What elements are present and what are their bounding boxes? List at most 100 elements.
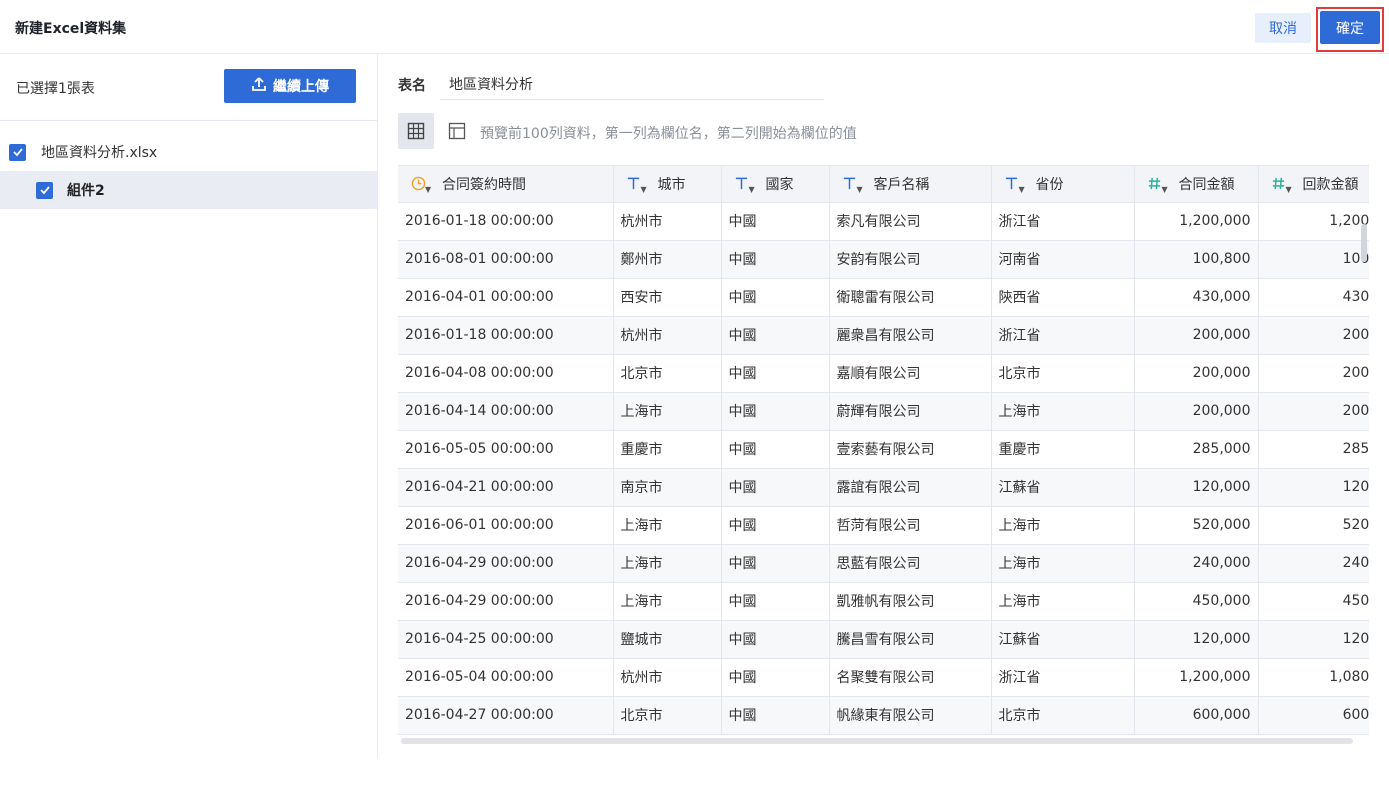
table-cell: 壹索藝有限公司 [829,430,992,469]
table-cell: 北京市 [613,354,722,393]
cancel-button[interactable]: 取消 [1255,13,1311,43]
table-cell: 2016-04-08 00:00:00 [398,354,614,393]
table-cell: 上海市 [991,506,1135,545]
table-cell: 430,000 [1258,278,1369,317]
table-cell: 600,000 [1258,696,1369,735]
caret-down-icon: ▼ [1161,184,1168,194]
table-cell: 中國 [721,430,830,469]
table-cell: 240,000 [1134,544,1259,583]
table-cell: 中國 [721,506,830,545]
text-icon[interactable]: ▼ [840,174,863,194]
file-name: 地區資料分析.xlsx [41,145,158,161]
sheet-name: 組件2 [67,183,105,199]
table-row: 2016-04-27 00:00:00 北京市 中國 帆緣東有限公司 北京市 600,00… [398,696,1369,735]
table-cell: 安韵有限公司 [829,240,992,279]
column-header-label: 城市 [657,176,686,193]
table-cell: 200,000 [1134,392,1259,431]
continue-upload-label: 繼續上傳 [273,79,329,95]
table-cell: 600,000 [1134,696,1259,735]
table-cell: 285,000 [1258,430,1369,469]
preview-panel: 表名 預覽前100列資料，第一列為欄位名，第二列開始為欄位的值 ▼合同簽約時間▼… [379,54,1389,758]
table-cell: 北京市 [613,696,722,735]
table-cell: 200,000 [1134,316,1259,355]
column-header[interactable]: ▼ 合同金額 [1134,166,1259,203]
table-cell: 哲菏有限公司 [829,506,992,545]
table-cell: 2016-05-04 00:00:00 [398,658,614,697]
table-cell: 中國 [721,582,830,621]
table-cell: 重慶市 [613,430,722,469]
caret-down-icon: ▼ [856,184,863,194]
file-item[interactable]: 地區資料分析.xlsx [0,134,377,170]
table-cell: 河南省 [991,240,1135,279]
table-cell: 重慶市 [991,430,1135,469]
column-header-label: 省份 [1035,176,1064,193]
preview-table: ▼ 合同簽約時間 ▼ 城市 ▼ 國家 ▼ 客戶名稱 ▼ 省份 ▼ 合同金額 ▼ 回款金額 2016-01-… [398,165,1369,795]
text-icon[interactable]: ▼ [624,174,647,194]
table-row: 2016-04-21 00:00:00 南京市 中國 露誼有限公司 江蘇省 120,000… [398,468,1369,507]
sidebar-divider [0,120,377,121]
table-cell: 江蘇省 [991,468,1135,507]
layout-view-button[interactable] [446,120,468,142]
table-cell: 120,000 [1258,620,1369,659]
table-cell: 2016-04-29 00:00:00 [398,582,614,621]
table-row: 2016-04-25 00:00:00 鹽城市 中國 騰昌雪有限公司 江蘇省 120,00… [398,620,1369,659]
table-cell: 1,200,000 [1134,658,1259,697]
table-cell: 中國 [721,658,830,697]
continue-upload-button[interactable]: 繼續上傳 [224,69,356,103]
table-cell: 2016-04-21 00:00:00 [398,468,614,507]
table-cell: 200,000 [1134,354,1259,393]
caret-down-icon: ▼ [425,184,432,194]
table-cell: 帆緣東有限公司 [829,696,992,735]
table-cell: 2016-01-18 00:00:00 [398,316,614,355]
column-header[interactable]: ▼ 合同簽約時間 [398,166,614,203]
column-header[interactable]: ▼ 回款金額 [1258,166,1369,203]
table-cell: 浙江省 [991,316,1135,355]
table-cell: 240,000 [1258,544,1369,583]
confirm-button[interactable]: 確定 [1320,11,1380,44]
number-icon[interactable]: ▼ [1269,174,1292,194]
table-cell: 120,000 [1258,468,1369,507]
table-row: 2016-08-01 00:00:00 鄭州市 中國 安韵有限公司 河南省 100,800… [398,240,1369,279]
layout-icon [448,122,466,140]
clock-icon[interactable]: ▼ [408,174,432,194]
upload-icon [251,76,267,96]
table-cell: 520,000 [1134,506,1259,545]
table-cell: 上海市 [991,582,1135,621]
selected-count: 已選擇1張表 [16,81,95,97]
column-header-label: 國家 [765,176,794,193]
table-row: 2016-04-29 00:00:00 上海市 中國 凱雅帆有限公司 上海市 450,00… [398,582,1369,621]
sheet-item[interactable]: 組件2 [0,171,377,209]
horizontal-scrollbar[interactable] [401,738,1353,744]
column-header-label: 合同簽約時間 [442,176,526,193]
sheet-checkbox[interactable] [36,181,53,199]
table-cell: 江蘇省 [991,620,1135,659]
column-header[interactable]: ▼ 國家 [721,166,830,203]
column-header[interactable]: ▼ 城市 [613,166,722,203]
table-cell: 2016-05-05 00:00:00 [398,430,614,469]
table-cell: 浙江省 [991,658,1135,697]
table-cell: 中國 [721,316,830,355]
table-cell: 2016-04-25 00:00:00 [398,620,614,659]
table-cell: 520,000 [1258,506,1369,545]
check-icon [12,148,23,157]
number-icon[interactable]: ▼ [1145,174,1168,194]
table-cell: 1,200,000 [1258,202,1369,241]
table-cell: 鹽城市 [613,620,722,659]
table-cell: 100,800 [1258,240,1369,279]
table-cell: 2016-08-01 00:00:00 [398,240,614,279]
table-cell: 120,000 [1134,620,1259,659]
check-icon [39,186,50,195]
vertical-scrollbar[interactable] [1361,224,1367,262]
table-name-input[interactable] [440,68,824,100]
table-cell: 上海市 [991,392,1135,431]
table-cell: 2016-04-01 00:00:00 [398,278,614,317]
file-checkbox[interactable] [9,143,26,161]
table-cell: 浙江省 [991,202,1135,241]
grid-view-button[interactable] [398,113,434,149]
text-icon[interactable]: ▼ [1002,174,1025,194]
column-header[interactable]: ▼ 客戶名稱 [829,166,992,203]
column-header[interactable]: ▼ 省份 [991,166,1135,203]
table-cell: 450,000 [1258,582,1369,621]
table-cell: 中國 [721,240,830,279]
text-icon[interactable]: ▼ [732,174,755,194]
